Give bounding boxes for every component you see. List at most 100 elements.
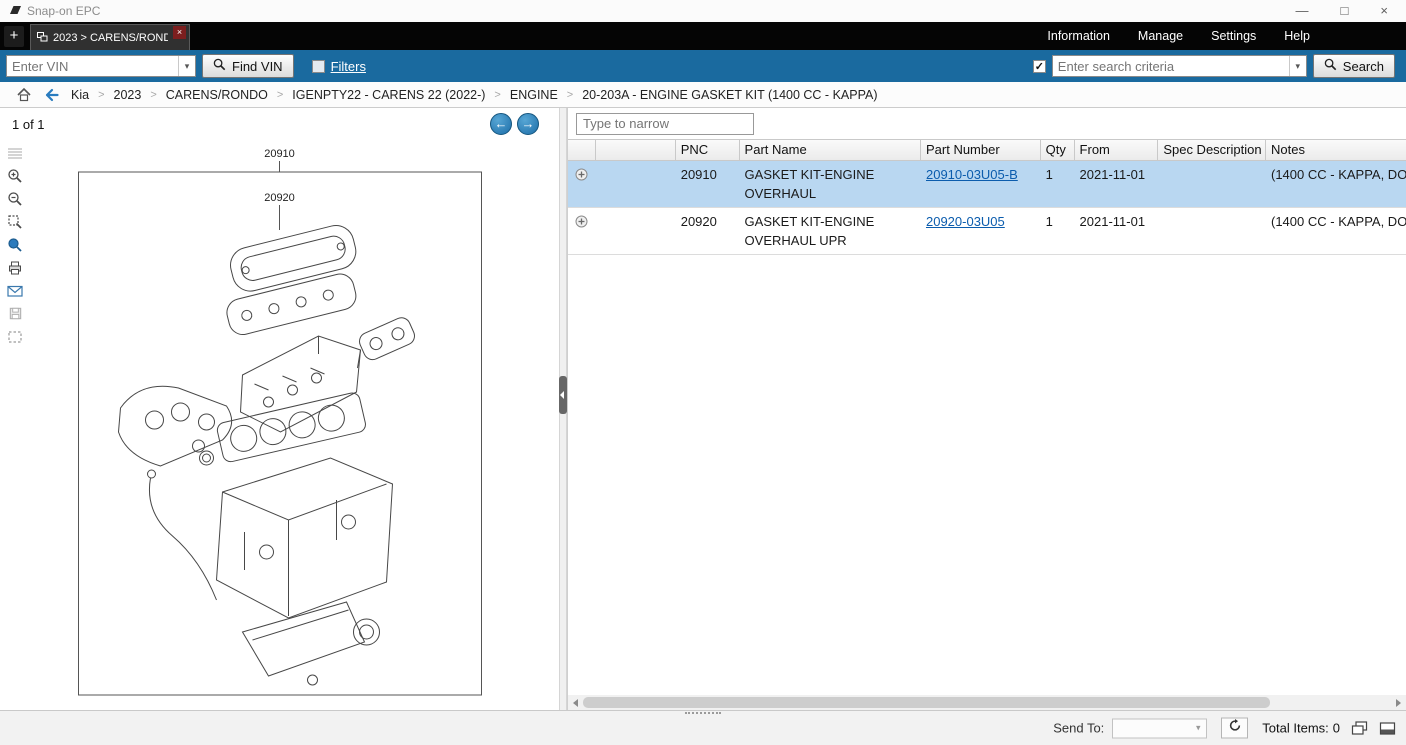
criteria-input[interactable] xyxy=(1053,56,1289,76)
dock-panel-icon[interactable] xyxy=(1379,721,1396,735)
zoom-region-icon[interactable] xyxy=(3,211,27,232)
row-thumbnail-cell xyxy=(596,161,676,207)
part-number-link[interactable]: 20920-03U05 xyxy=(926,214,1005,229)
column-expand[interactable] xyxy=(568,140,596,160)
window-title: Snap-on EPC xyxy=(27,4,100,18)
callout-20910[interactable]: 20910 xyxy=(264,148,295,160)
table-row[interactable]: 20910 GASKET KIT-ENGINE OVERHAUL 20910-0… xyxy=(568,161,1406,208)
send-to-dropdown[interactable]: ▾ xyxy=(1112,718,1207,738)
save-icon[interactable] xyxy=(3,303,27,324)
tab-label: 2023 > CARENS/ROND… xyxy=(53,32,168,44)
column-pnc[interactable]: PNC xyxy=(676,140,740,160)
breadcrumb: Kia > 2023 > CARENS/RONDO > IGENPTY22 - … xyxy=(0,82,1406,108)
search-button[interactable]: Search xyxy=(1313,54,1395,78)
column-spec-description[interactable]: Spec Description xyxy=(1158,140,1266,160)
email-icon[interactable] xyxy=(3,280,27,301)
criteria-combobox[interactable]: ▾ xyxy=(1052,55,1307,77)
column-from[interactable]: From xyxy=(1075,140,1159,160)
vin-combobox[interactable]: ▾ xyxy=(6,55,196,77)
splitter-collapse-handle[interactable] xyxy=(559,376,567,414)
row-thumbnail-cell xyxy=(596,208,676,254)
page-indicator: 1 of 1 xyxy=(12,117,45,132)
vin-input[interactable] xyxy=(7,56,178,76)
send-button[interactable] xyxy=(1221,718,1248,739)
breadcrumb-item-section[interactable]: ENGINE xyxy=(510,88,558,102)
menu-settings[interactable]: Settings xyxy=(1211,29,1256,43)
part-name-cell: GASKET KIT-ENGINE OVERHAUL UPR xyxy=(740,208,921,254)
close-button[interactable]: × xyxy=(1380,0,1388,22)
illustration-pane: 1 of 1 ← → xyxy=(0,108,559,710)
menu-help[interactable]: Help xyxy=(1284,29,1310,43)
column-notes[interactable]: Notes xyxy=(1266,140,1406,160)
toolbar-grip-icon[interactable] xyxy=(3,142,27,163)
from-cell: 2021-11-01 xyxy=(1075,161,1159,207)
callout-20920[interactable]: 20920 xyxy=(264,192,295,204)
minimize-button[interactable]: — xyxy=(1296,0,1309,22)
tab-close-icon[interactable]: × xyxy=(173,26,186,39)
snap-on-logo-icon xyxy=(8,2,22,20)
table-row[interactable]: 20920 GASKET KIT-ENGINE OVERHAUL UPR 209… xyxy=(568,208,1406,255)
spec-description-cell xyxy=(1158,161,1266,207)
menu-information[interactable]: Information xyxy=(1047,29,1110,43)
qty-cell: 1 xyxy=(1041,161,1075,207)
filters-link[interactable]: Filters xyxy=(331,59,366,74)
column-part-number[interactable]: Part Number xyxy=(921,140,1041,160)
scroll-left-icon[interactable] xyxy=(568,695,583,710)
spec-description-cell xyxy=(1158,208,1266,254)
scrollbar-track[interactable] xyxy=(583,695,1391,710)
notes-cell: (1400 CC - KAPPA, DOH xyxy=(1266,208,1406,254)
main-content: 1 of 1 ← → xyxy=(0,108,1406,710)
viewer-header: 1 of 1 ← → xyxy=(0,108,559,140)
chevron-down-icon[interactable]: ▾ xyxy=(178,56,195,76)
part-number-link[interactable]: 20910-03U05-B xyxy=(926,167,1018,182)
search-icon xyxy=(213,58,226,74)
breadcrumb-item-year[interactable]: 2023 xyxy=(114,88,142,102)
filters-group: Filters xyxy=(312,59,366,74)
find-vin-button[interactable]: Find VIN xyxy=(202,54,294,78)
next-page-button[interactable]: → xyxy=(517,113,539,135)
locate-part-icon[interactable] xyxy=(3,234,27,255)
column-qty[interactable]: Qty xyxy=(1041,140,1075,160)
pane-splitter[interactable] xyxy=(559,108,567,710)
horizontal-scrollbar[interactable] xyxy=(568,695,1406,710)
column-blank[interactable] xyxy=(596,140,676,160)
send-to-label: Send To: xyxy=(1053,721,1104,736)
home-icon[interactable] xyxy=(16,87,32,102)
open-new-window-icon[interactable] xyxy=(1351,721,1368,736)
narrow-filter-input[interactable] xyxy=(576,113,754,135)
print-icon[interactable] xyxy=(3,257,27,278)
zoom-out-icon[interactable] xyxy=(3,188,27,209)
expand-row-icon[interactable] xyxy=(568,161,596,207)
parts-table-header: PNC Part Name Part Number Qty From Spec … xyxy=(568,139,1406,161)
pnc-cell: 20920 xyxy=(676,208,740,254)
criteria-checkbox[interactable]: ✓ xyxy=(1033,60,1046,73)
breadcrumb-separator: > xyxy=(494,89,500,101)
back-arrow-icon[interactable] xyxy=(44,88,60,102)
breadcrumb-item-model[interactable]: CARENS/RONDO xyxy=(166,88,268,102)
scrollbar-thumb[interactable] xyxy=(583,697,1270,708)
total-items-value: 0 xyxy=(1333,721,1340,736)
new-tab-button[interactable]: + xyxy=(4,26,24,47)
breadcrumb-item-illustration[interactable]: 20-203A - ENGINE GASKET KIT (1400 CC - K… xyxy=(582,88,877,102)
column-part-name[interactable]: Part Name xyxy=(740,140,921,160)
chevron-down-icon[interactable]: ▾ xyxy=(1289,56,1306,76)
notes-cell: (1400 CC - KAPPA, DOH xyxy=(1266,161,1406,207)
statusbar-grip-handle[interactable] xyxy=(685,712,721,715)
zoom-in-icon[interactable] xyxy=(3,165,27,186)
illustration-canvas[interactable]: 20910 20920 xyxy=(30,140,559,710)
breadcrumb-item-catalog[interactable]: IGENPTY22 - CARENS 22 (2022-) xyxy=(292,88,485,102)
chevron-down-icon[interactable]: ▾ xyxy=(1190,723,1206,734)
app-menu: Information Manage Settings Help xyxy=(1047,29,1310,43)
tab-icon xyxy=(37,29,48,47)
select-region-icon[interactable] xyxy=(3,326,27,347)
tab-carens[interactable]: 2023 > CARENS/ROND… × xyxy=(30,24,190,50)
maximize-button[interactable]: □ xyxy=(1341,0,1349,22)
previous-page-button[interactable]: ← xyxy=(490,113,512,135)
menu-manage[interactable]: Manage xyxy=(1138,29,1183,43)
breadcrumb-item-make[interactable]: Kia xyxy=(71,88,89,102)
expand-row-icon[interactable] xyxy=(568,208,596,254)
scroll-right-icon[interactable] xyxy=(1391,695,1406,710)
filters-checkbox[interactable] xyxy=(312,60,325,73)
tab-bar: + 2023 > CARENS/ROND… × Information Mana… xyxy=(0,22,1406,50)
from-cell: 2021-11-01 xyxy=(1075,208,1159,254)
